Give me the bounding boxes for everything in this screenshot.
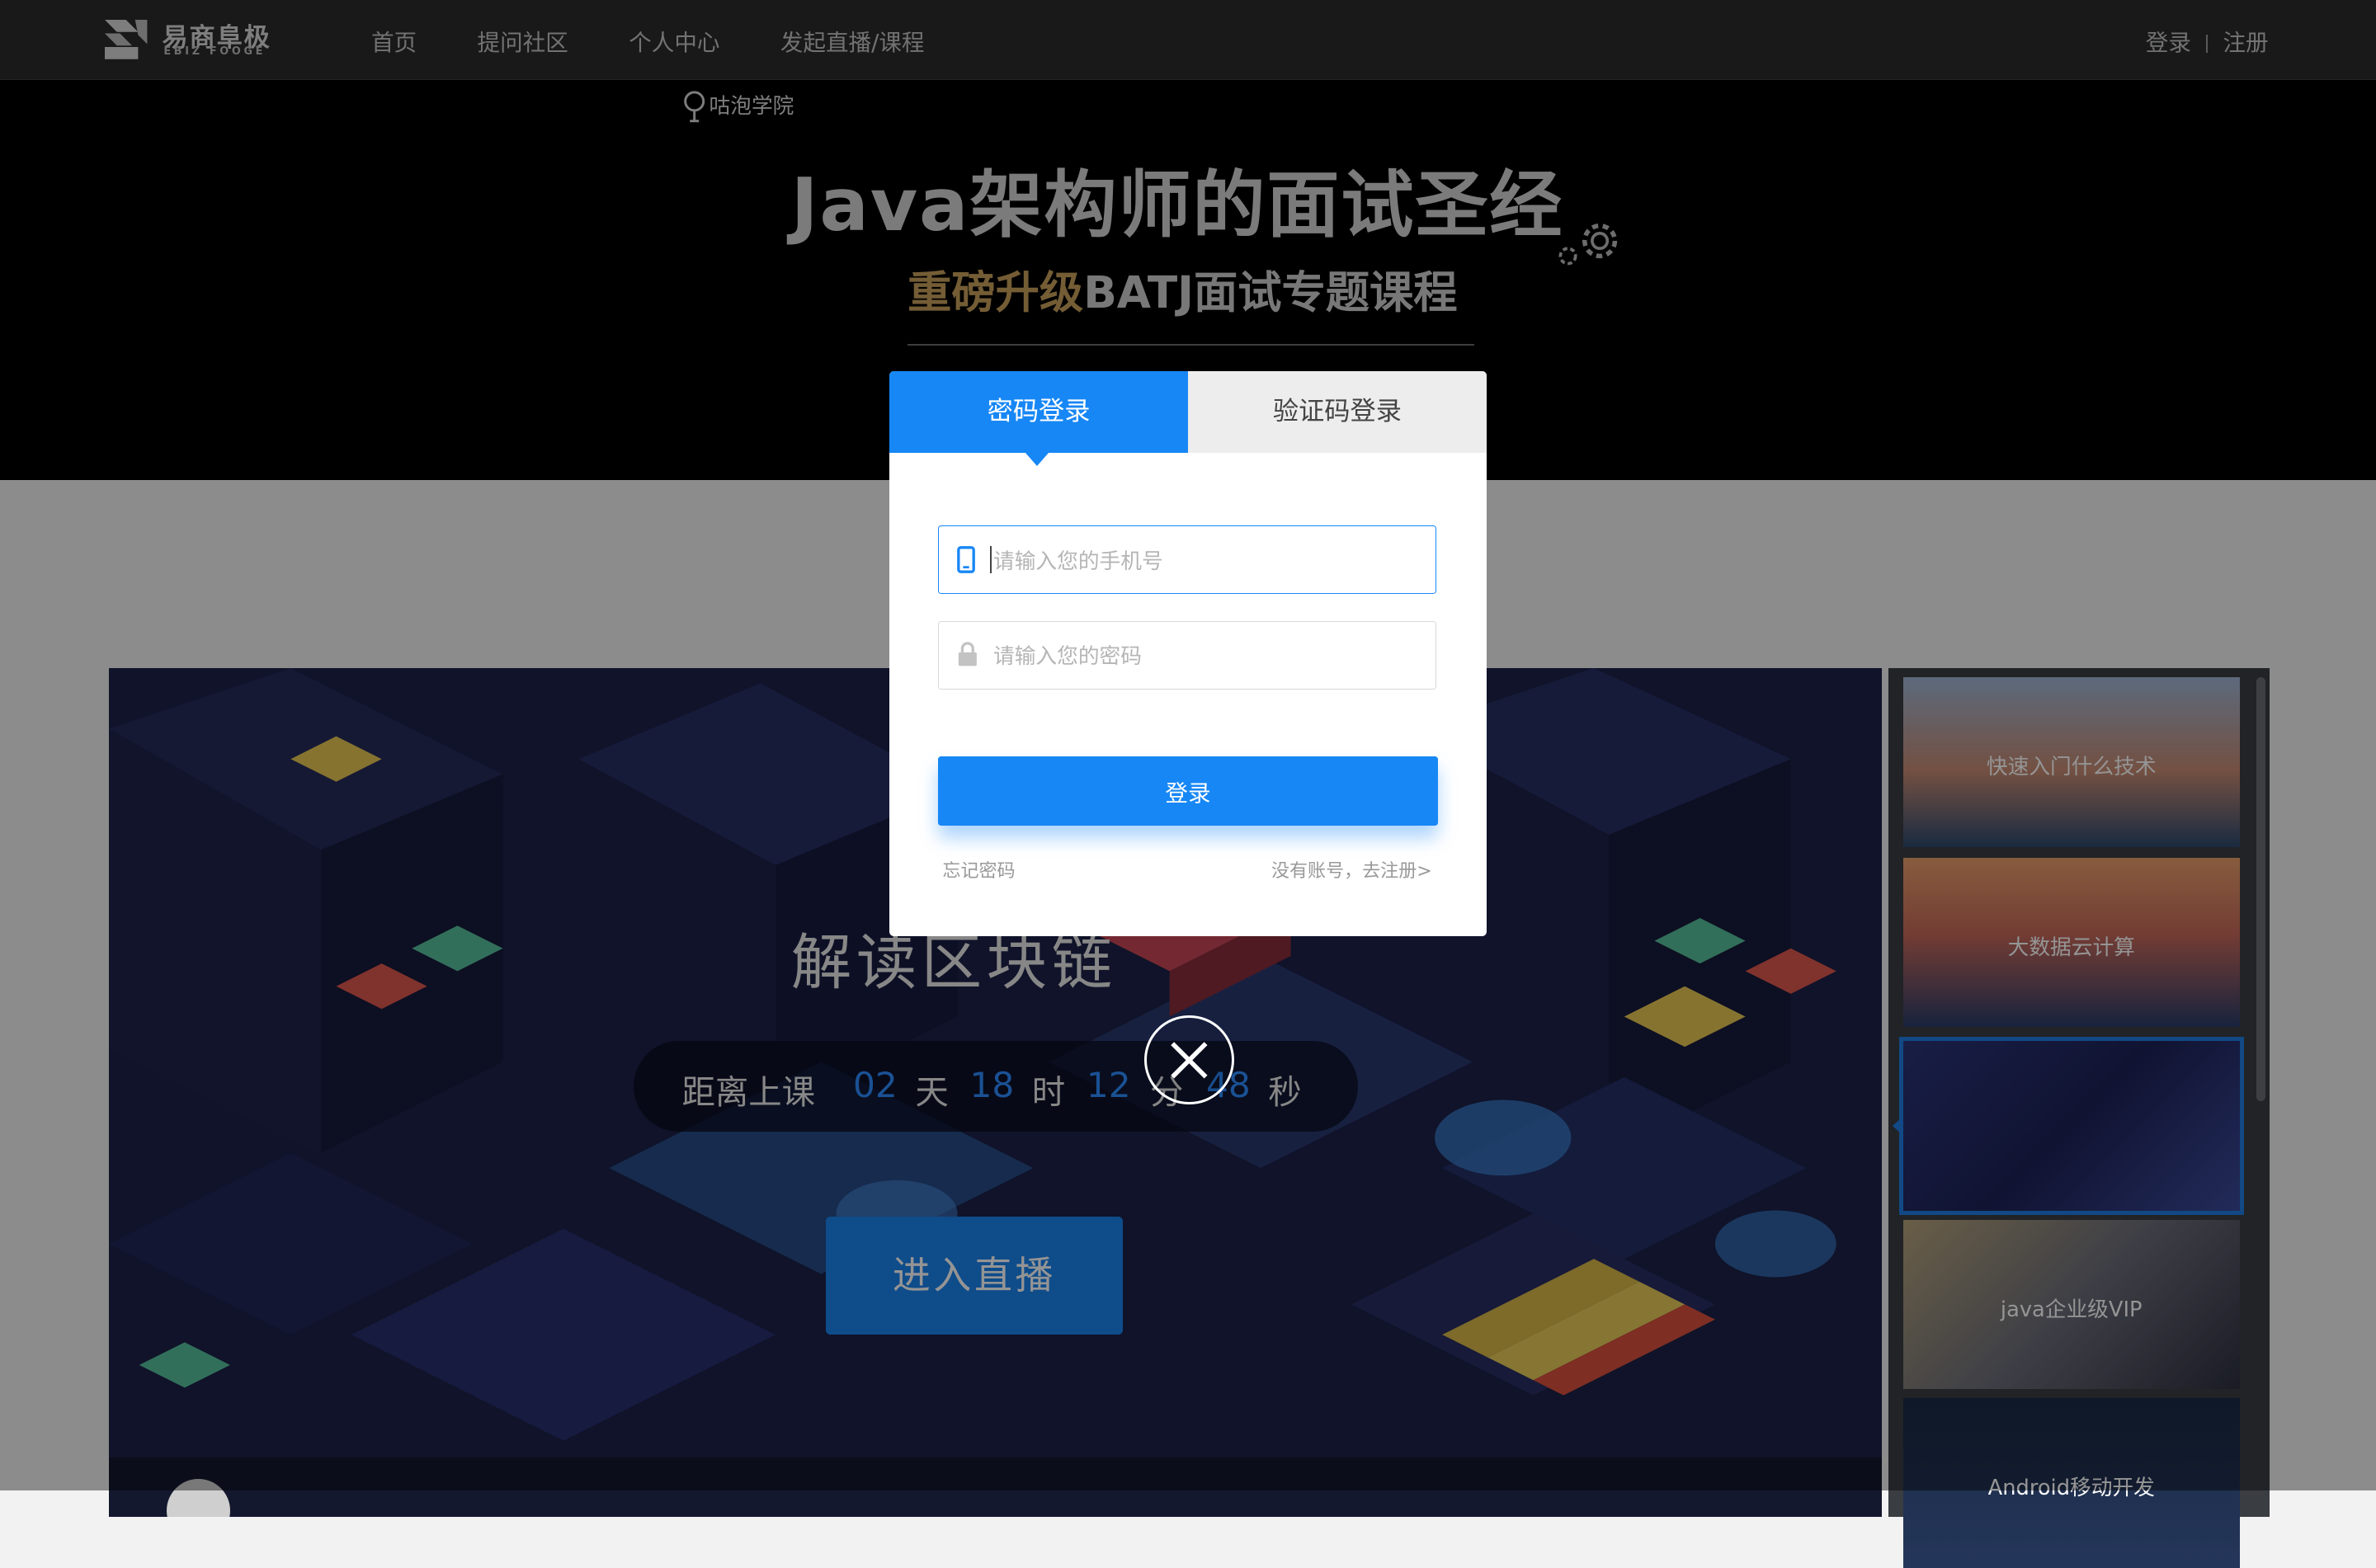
close-icon: [1170, 1041, 1208, 1079]
forgot-password-link[interactable]: 忘记密码: [942, 856, 1015, 883]
password-field[interactable]: [937, 621, 1437, 690]
login-button[interactable]: 登录: [937, 756, 1439, 826]
login-modal: 密码登录 验证码登录 登录 忘记密码 没有账号，去注册>: [889, 370, 1487, 937]
close-modal-button[interactable]: [1143, 1015, 1234, 1105]
go-register-link[interactable]: 没有账号，去注册>: [1271, 856, 1432, 883]
phone-input[interactable]: [990, 539, 1421, 585]
tab-code-login[interactable]: 验证码登录: [1187, 370, 1487, 454]
tab-password-login[interactable]: 密码登录: [889, 370, 1188, 467]
phone-field[interactable]: [937, 525, 1437, 595]
phone-icon: [957, 546, 975, 574]
password-input[interactable]: [990, 633, 1421, 680]
lock-icon: [958, 642, 977, 666]
